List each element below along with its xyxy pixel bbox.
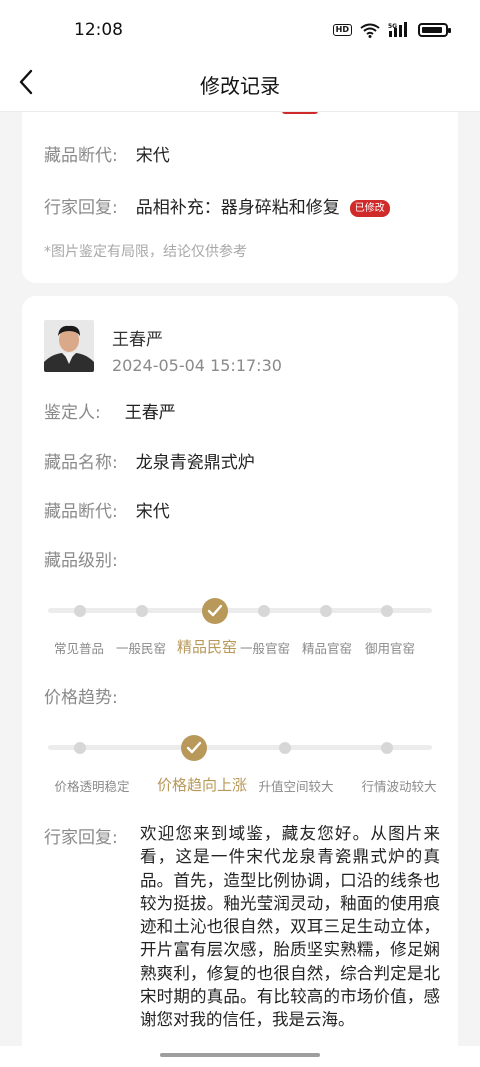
home-indicator (0, 1046, 480, 1067)
home-bar[interactable] (160, 1053, 320, 1057)
record-list[interactable]: 藏品断代: 宋代 行家回复: 品相补充：器身碎粘和修复 已修改 *图片鉴定有局限，… (0, 112, 480, 1052)
grade-dot (136, 605, 148, 617)
reply-label: 行家回复: (44, 198, 118, 218)
grade-tick-label: 常见普品 (53, 641, 105, 656)
price-tick-label: 价格透明稳定 (54, 779, 130, 794)
grade-track (48, 608, 432, 613)
status-time: 12:08 (74, 20, 123, 40)
price-tick-label-selected: 价格趋向上涨 (156, 776, 248, 794)
price-label: 价格趋势: (44, 688, 118, 708)
wifi-icon (360, 23, 380, 38)
grade-tick-label-selected: 精品民窑 (176, 638, 238, 656)
grade-tick-label: 精品官窑 (301, 641, 353, 656)
signal-icon: 5G (388, 22, 407, 37)
price-track (48, 745, 432, 750)
period-row: 藏品断代: 宋代 (44, 141, 440, 166)
price-dot (279, 742, 291, 754)
modified-badge-cut (282, 112, 318, 114)
check-icon (207, 604, 223, 617)
grade-dot (258, 605, 270, 617)
grade-selected-marker (202, 598, 228, 624)
reply-row: 行家回复: 品相补充：器身碎粘和修复 已修改 (44, 193, 440, 218)
item-name-value: 龙泉青瓷鼎式炉 (135, 453, 255, 473)
period-value: 宋代 (135, 502, 170, 522)
expert-reply-text: 欢迎您来到域鉴，藏友您好。从图片来看，这是一件宋代龙泉青瓷鼎式炉的真品。首先，造… (140, 824, 440, 1030)
record-timestamp: 2024-05-04 15:17:30 (112, 356, 282, 375)
battery-icon (418, 23, 451, 37)
price-dot (381, 742, 393, 754)
status-icons: HD 5G (332, 22, 451, 38)
appraiser-row: 鉴定人: 王春严 (44, 398, 440, 423)
grade-tick-label: 一般官窑 (239, 641, 291, 656)
grade-tick-label: 御用官窑 (364, 641, 416, 656)
price-tick-label: 行情波动较大 (361, 779, 437, 794)
check-icon (186, 741, 202, 754)
hd-icon: HD (332, 24, 352, 36)
grade-dot (74, 605, 86, 617)
status-bar: 12:08 HD 5G (0, 0, 480, 58)
period-label: 藏品断代: (44, 502, 118, 522)
appraiser-label: 鉴定人: (44, 403, 101, 423)
appraiser-value: 王春严 (124, 403, 176, 423)
grade-row: 藏品级别: (44, 546, 440, 571)
record-card: 王春严 2024-05-04 15:17:30 鉴定人: 王春严 藏品名称: 龙… (22, 296, 458, 1052)
page-title: 修改记录 (200, 74, 280, 98)
record-card-previous: 藏品断代: 宋代 行家回复: 品相补充：器身碎粘和修复 已修改 *图片鉴定有局限，… (22, 112, 458, 283)
item-name-row: 藏品名称: 龙泉青瓷鼎式炉 (44, 448, 440, 473)
nav-bar: 修改记录 (0, 58, 480, 112)
price-row: 价格趋势: (44, 683, 440, 708)
period-value: 宋代 (135, 146, 170, 166)
reply-value: 品相补充：器身碎粘和修复 (135, 198, 340, 218)
price-dot (74, 742, 86, 754)
expert-name: 王春严 (112, 330, 163, 350)
grade-dot (381, 605, 393, 617)
expert-reply-label: 行家回复: (44, 828, 118, 848)
price-tick-label: 升值空间较大 (258, 779, 334, 794)
item-name-label: 藏品名称: (44, 453, 118, 473)
disclaimer: *图片鉴定有局限，结论仅供参考 (44, 244, 247, 260)
grade-dot (320, 605, 332, 617)
price-selected-marker (181, 735, 207, 761)
period-row: 藏品断代: 宋代 (44, 497, 440, 522)
avatar (44, 320, 94, 372)
period-label: 藏品断代: (44, 146, 118, 166)
modified-badge: 已修改 (349, 200, 390, 217)
grade-tick-label: 一般民窑 (115, 641, 167, 656)
grade-label: 藏品级别: (44, 551, 118, 571)
